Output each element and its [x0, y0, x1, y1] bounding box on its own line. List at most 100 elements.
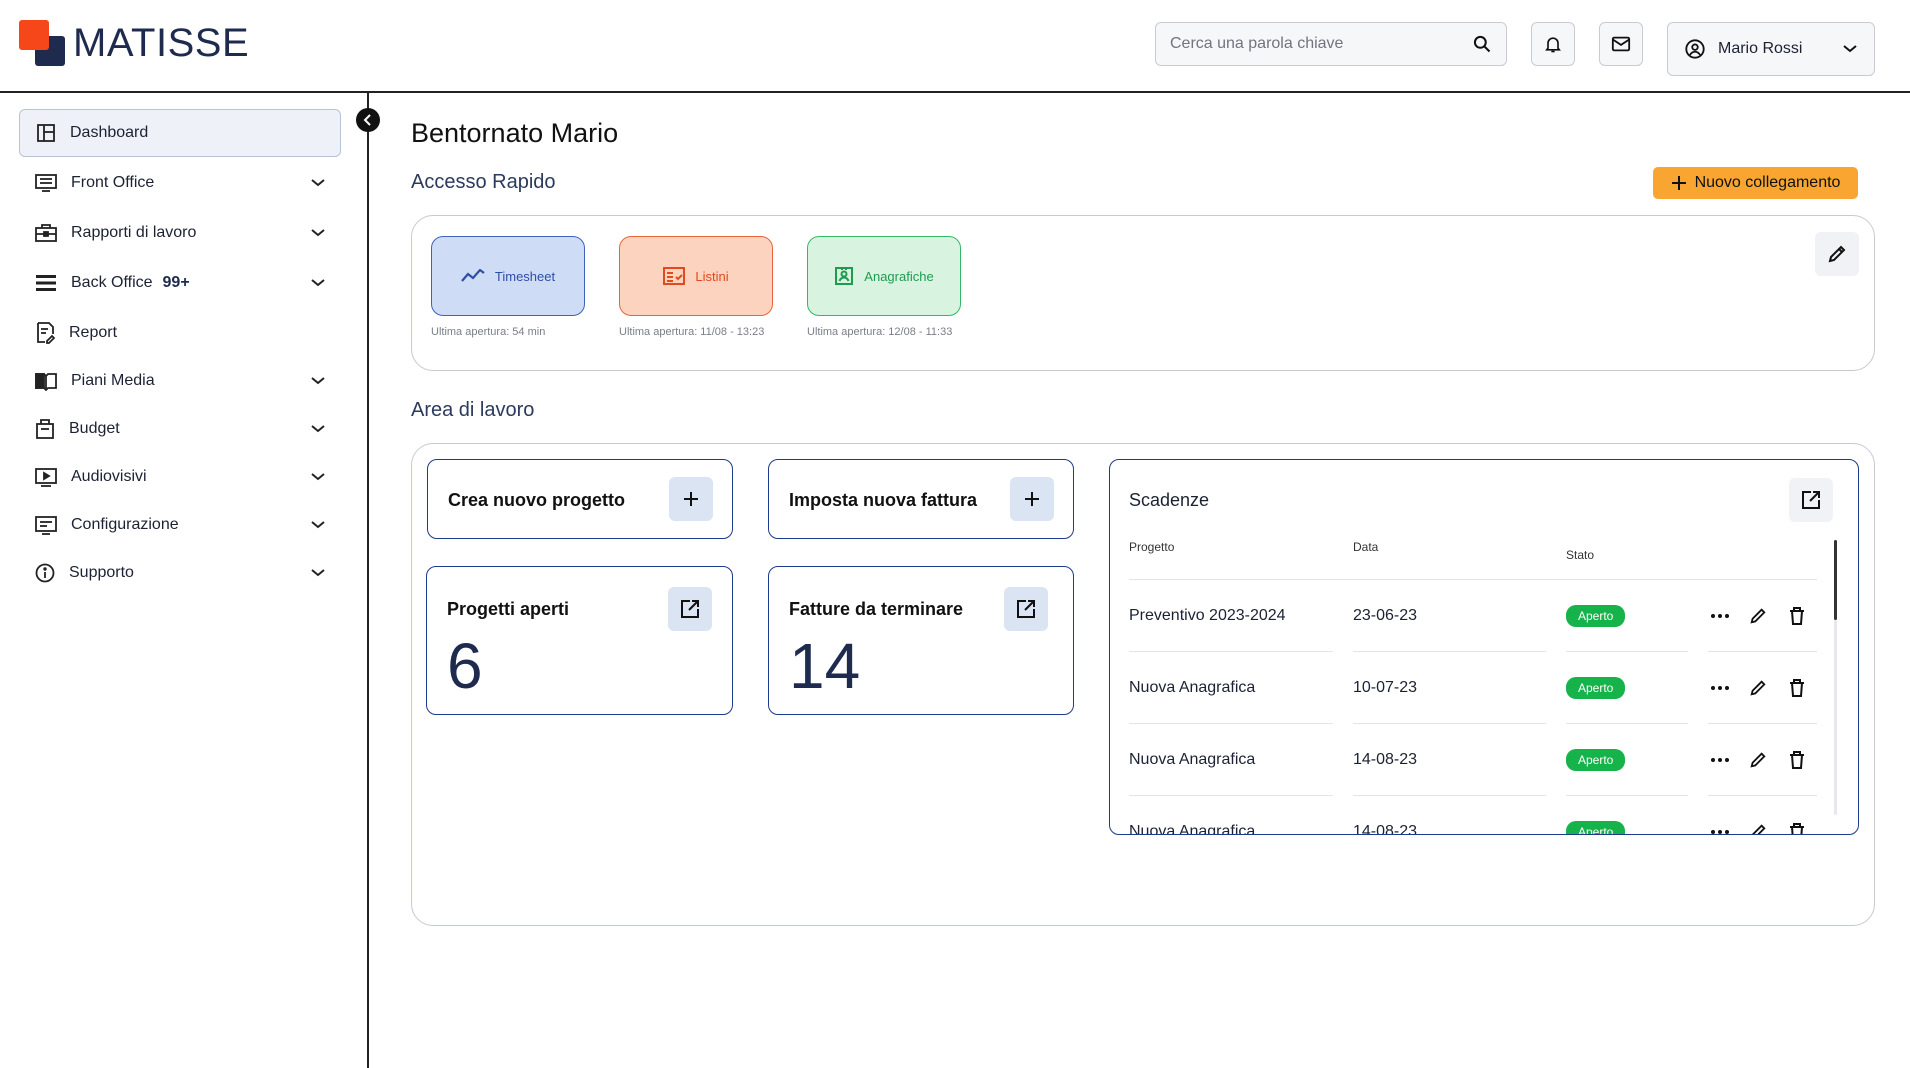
column-header-stato[interactable]: Stato	[1566, 548, 1594, 562]
row-date: 14-08-23	[1353, 823, 1418, 835]
sidebar-item-label: Front Office	[71, 174, 155, 191]
invoices-to-finish-card[interactable]: Fatture da terminare 14	[768, 566, 1074, 715]
more-icon[interactable]	[1711, 796, 1729, 834]
create-project-card[interactable]: Crea nuovo progetto	[427, 459, 733, 539]
open-projects-label: Progetti aperti	[447, 599, 570, 619]
more-icon[interactable]	[1711, 724, 1729, 796]
messages-button[interactable]	[1599, 22, 1643, 66]
sidebar-item-supporto[interactable]: Supporto	[19, 549, 341, 597]
pencil-icon[interactable]	[1749, 580, 1767, 652]
pencil-icon[interactable]	[1749, 796, 1767, 834]
chevron-down-icon[interactable]	[311, 473, 325, 481]
pencil-icon	[1827, 244, 1847, 264]
table-row[interactable]: Nuova Anagrafica 10-07-23 Aperto	[1129, 652, 1817, 724]
row-project: Nuova Anagrafica	[1129, 679, 1256, 696]
deadlines-scrollbar[interactable]	[1834, 540, 1837, 815]
front-office-icon	[35, 173, 57, 193]
mail-icon	[1610, 34, 1632, 54]
search-input[interactable]	[1170, 35, 1472, 53]
sidebar-item-label-wrap: Back Office 99+	[71, 274, 311, 292]
pencil-icon[interactable]	[1749, 652, 1767, 724]
chevron-down-icon[interactable]	[311, 521, 325, 529]
quick-card-anagrafiche[interactable]: Anagrafiche	[807, 236, 961, 316]
row-project: Nuova Anagrafica	[1129, 751, 1256, 768]
contact-icon	[834, 266, 854, 286]
more-icon[interactable]	[1711, 652, 1729, 724]
sidebar-item-label: Configurazione	[71, 516, 179, 533]
invoices-external-button[interactable]	[1004, 587, 1048, 631]
app-logo[interactable]: MATISSE	[19, 20, 249, 66]
search-icon[interactable]	[1472, 34, 1492, 54]
trash-icon[interactable]	[1789, 724, 1805, 796]
sidebar-collapse-button[interactable]	[356, 108, 380, 132]
new-invoice-button[interactable]	[1010, 477, 1054, 521]
column-header-progetto[interactable]: Progetto	[1129, 540, 1174, 554]
table-row[interactable]: Nuova Anagrafica 14-08-23 Aperto	[1129, 796, 1817, 835]
status-badge: Aperto	[1566, 605, 1626, 627]
status-badge: Aperto	[1566, 677, 1626, 699]
dashboard-icon	[36, 123, 56, 143]
sidebar-item-back-office[interactable]: Back Office 99+	[19, 259, 341, 307]
notifications-button[interactable]	[1531, 22, 1575, 66]
external-link-icon	[680, 599, 700, 619]
open-projects-count: 6	[447, 630, 483, 702]
chevron-down-icon[interactable]	[311, 229, 325, 237]
quick-card-timesheet[interactable]: Timesheet	[431, 236, 585, 316]
logo-mark-icon	[19, 20, 65, 66]
more-icon[interactable]	[1711, 580, 1729, 652]
sidebar-item-configurazione[interactable]: Configurazione	[19, 501, 341, 549]
column-header-data[interactable]: Data	[1353, 540, 1378, 554]
quick-card-listini[interactable]: Listini	[619, 236, 773, 316]
chevron-down-icon[interactable]	[311, 425, 325, 433]
new-invoice-label: Imposta nuova fattura	[789, 490, 978, 510]
new-link-button[interactable]: Nuovo collegamento	[1653, 167, 1858, 199]
work-area-title: Area di lavoro	[411, 399, 535, 421]
price-list-icon	[663, 267, 686, 285]
external-link-icon	[1016, 599, 1036, 619]
trash-icon[interactable]	[1789, 652, 1805, 724]
chevron-down-icon[interactable]	[311, 377, 325, 385]
report-icon	[35, 322, 55, 344]
quick-card-label: Listini	[695, 268, 729, 284]
pencil-icon[interactable]	[1749, 724, 1767, 796]
chevron-down-icon[interactable]	[311, 179, 325, 187]
chevron-down-icon[interactable]	[311, 569, 325, 577]
sidebar-item-front-office[interactable]: Front Office	[19, 159, 341, 207]
sidebar-item-rapporti-di-lavoro[interactable]: Rapporti di lavoro	[19, 209, 341, 257]
settings-screen-icon	[35, 515, 57, 535]
invoices-to-finish-count: 14	[789, 630, 861, 702]
sidebar-item-label: Budget	[69, 420, 120, 437]
user-name: Mario Rossi	[1718, 40, 1803, 57]
table-row[interactable]: Preventivo 2023-2024 23-06-23 Aperto	[1129, 580, 1817, 652]
external-link-icon	[1801, 490, 1821, 510]
trash-icon[interactable]	[1789, 796, 1805, 834]
open-projects-card[interactable]: Progetti aperti 6	[426, 566, 733, 715]
scrollbar-thumb[interactable]	[1834, 540, 1837, 620]
sidebar-item-label: Report	[69, 324, 118, 341]
sidebar-item-report[interactable]: Report	[19, 309, 341, 357]
open-projects-external-button[interactable]	[668, 587, 712, 631]
top-header: MATISSE Mario Rossi	[0, 0, 1910, 93]
user-menu[interactable]: Mario Rossi	[1667, 22, 1875, 76]
sidebar-item-dashboard[interactable]: Dashboard	[19, 109, 341, 157]
plus-icon	[1024, 491, 1040, 507]
chevron-down-icon[interactable]	[311, 279, 325, 287]
table-row[interactable]: Nuova Anagrafica 14-08-23 Aperto	[1129, 724, 1817, 796]
count-badge: 99+	[162, 274, 190, 291]
deadlines-title: Scadenze	[1129, 490, 1210, 510]
search-box[interactable]	[1155, 22, 1507, 66]
plus-icon	[683, 491, 699, 507]
deadlines-external-button[interactable]	[1789, 478, 1833, 522]
sidebar-item-budget[interactable]: Budget	[19, 405, 341, 453]
trash-icon[interactable]	[1789, 580, 1805, 652]
sidebar-item-audiovisivi[interactable]: Audiovisivi	[19, 453, 341, 501]
book-icon	[35, 371, 57, 391]
new-invoice-card[interactable]: Imposta nuova fattura	[768, 459, 1074, 539]
list-icon	[35, 274, 57, 292]
sidebar-item-piani-media[interactable]: Piani Media	[19, 357, 341, 405]
new-link-label: Nuovo collegamento	[1694, 174, 1841, 191]
create-project-button[interactable]	[669, 477, 713, 521]
create-project-label: Crea nuovo progetto	[448, 490, 626, 510]
edit-quick-access-button[interactable]	[1815, 232, 1859, 276]
trend-icon	[461, 269, 485, 283]
